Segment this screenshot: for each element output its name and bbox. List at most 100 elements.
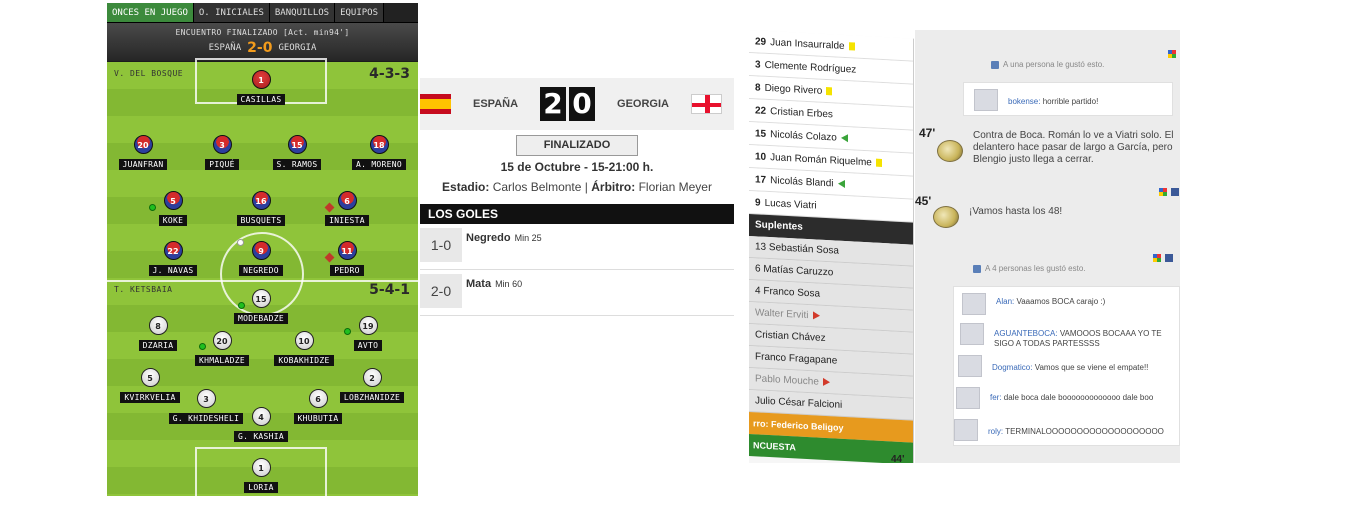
ball-icon xyxy=(237,239,244,246)
player-number: 1 xyxy=(251,70,271,89)
sub-out-arrow-icon xyxy=(822,378,830,387)
player-name: LORIA xyxy=(244,482,278,493)
player-number: 5 xyxy=(140,368,160,387)
comment-text: fer: dale boca dale booooooooooooo dale … xyxy=(990,393,1154,402)
player-number: 1 xyxy=(251,458,271,477)
player-number: 15 xyxy=(251,289,271,308)
tab-banquillos[interactable]: BANQUILLOS xyxy=(269,3,336,22)
player-busquets[interactable]: 16 BUSQUETS xyxy=(221,191,301,228)
home-goals: 2 xyxy=(540,87,567,121)
player-negredo[interactable]: 9 NEGREDO xyxy=(221,241,301,278)
goals-title: LOS GOLES xyxy=(420,204,734,224)
player-pique[interactable]: 3 PIQUÉ xyxy=(182,135,262,172)
player-loria[interactable]: 1 LORIA xyxy=(221,458,301,495)
scoreboard: ESPAÑA 2 0 GEORGIA xyxy=(420,78,734,130)
home-coach: V. DEL BOSQUE xyxy=(114,69,184,78)
goal-scorer: Negredo Min 25 xyxy=(466,232,542,244)
facebook-share-icon[interactable] xyxy=(1165,254,1173,262)
player-s-ramos[interactable]: 15 S. RAMOS xyxy=(257,135,337,172)
goal-score: 2-0 xyxy=(420,274,462,308)
player-pedro[interactable]: 11 PEDRO xyxy=(307,241,387,278)
spain-flag-icon xyxy=(420,94,451,114)
comment-text: bokense: horrible partido! xyxy=(1008,97,1099,106)
player-number: 4 xyxy=(251,407,271,426)
player-avto[interactable]: 19 AVTO xyxy=(328,316,408,353)
away-formation: 5-4-1 xyxy=(369,282,410,298)
substitution-in-icon xyxy=(149,204,156,211)
player-name: NEGREDO xyxy=(239,265,283,276)
tab-onces-iniciales[interactable]: O. INICIALES xyxy=(193,3,270,22)
like-count: A 4 personas les gustó esto. xyxy=(973,264,1086,273)
google-share-icon[interactable] xyxy=(1159,188,1167,196)
player-juanfran[interactable]: 20 JUANFRAN xyxy=(107,135,183,172)
player-modebadze[interactable]: 15 MODEBADZE xyxy=(221,289,301,326)
player-name: J. NAVAS xyxy=(148,265,198,276)
player-number: 3 xyxy=(212,135,232,154)
player-number: 6 xyxy=(308,389,328,408)
pitch-tabs: ONCES EN JUEGO O. INICIALES BANQUILLOS E… xyxy=(107,3,418,23)
georgia-flag-icon xyxy=(690,94,722,114)
match-status: ENCUENTRO FINALIZADO [Act. min94'] xyxy=(175,28,350,37)
player-number: 5 xyxy=(163,191,183,210)
player-number: 20 xyxy=(212,331,232,350)
comment-user[interactable]: bokense: xyxy=(1008,97,1040,106)
google-share-icon[interactable] xyxy=(1153,254,1161,262)
substitution-in-icon xyxy=(199,343,206,350)
player-name: PEDRO xyxy=(330,265,364,276)
avatar xyxy=(960,323,984,345)
player-name: AVTO xyxy=(353,340,383,351)
player-name: INIESTA xyxy=(325,215,369,226)
player-number: 9 xyxy=(251,241,271,260)
stadium-label: Estadio: xyxy=(442,180,490,194)
match-date: 15 de Octubre - 15-21:00 h. xyxy=(500,160,654,174)
finalizado-button[interactable]: FINALIZADO xyxy=(516,135,638,156)
like-count: A una persona le gustó esto. xyxy=(991,60,1104,69)
player-khmaladze[interactable]: 20 KHMALADZE xyxy=(182,331,262,368)
thumbs-up-icon xyxy=(973,264,981,273)
referee-name: Florian Meyer xyxy=(638,180,712,194)
comment-text: Alan: Vaaamos BOCA carajo :) xyxy=(996,297,1106,306)
player-number: 15 xyxy=(287,135,307,154)
commentary-feed: A una persona le gustó esto. bokense: ho… xyxy=(891,30,1180,463)
player-number: 16 xyxy=(251,191,271,210)
player-name: S. RAMOS xyxy=(272,159,322,170)
player-name: JUANFRAN xyxy=(118,159,168,170)
facebook-share-icon[interactable] xyxy=(1171,188,1179,196)
match-score: 2-0 xyxy=(247,40,273,56)
match-score-line: ESPAÑA 2-0 GEORGIA xyxy=(107,40,418,56)
avatar xyxy=(974,89,998,111)
goal-row: 2-0 Mata Min 60 xyxy=(420,270,734,316)
lineup-pitch-panel: ONCES EN JUEGO O. INICIALES BANQUILLOS E… xyxy=(107,3,418,496)
player-name: A. MORENO xyxy=(351,159,407,170)
event-minute: 45' xyxy=(915,194,932,208)
player-number: 18 xyxy=(369,135,389,154)
player-number: 11 xyxy=(337,241,357,260)
player-number: 19 xyxy=(358,316,378,335)
player-name: MODEBADZE xyxy=(233,313,289,324)
match-summary-panel: ESPAÑA 2 0 GEORGIA FINALIZADO 15 de Octu… xyxy=(420,78,734,318)
yellow-card-icon xyxy=(875,159,882,168)
avatar xyxy=(958,355,982,377)
stadium-referee-line: Estadio: Carlos Belmonte | Árbitro: Flor… xyxy=(442,180,712,194)
player-j-navas[interactable]: 22 J. NAVAS xyxy=(133,241,213,278)
substitution-in-icon xyxy=(238,302,245,309)
player-koke[interactable]: 5 KOKE xyxy=(133,191,213,228)
google-share-icon[interactable] xyxy=(1168,50,1176,58)
tab-equipos[interactable]: EQUIPOS xyxy=(335,3,385,22)
substitution-in-icon xyxy=(344,328,351,335)
away-coach: T. KETSBAIA xyxy=(114,285,173,294)
player-iniesta[interactable]: 6 INIESTA xyxy=(307,191,387,228)
player-g-kashia[interactable]: 4 G. KASHIA xyxy=(221,407,301,444)
player-name: KOBAKHIDZE xyxy=(274,355,334,366)
comment-box: bokense: horrible partido! xyxy=(963,82,1173,116)
player-number: 22 xyxy=(163,241,183,260)
player-number: 20 xyxy=(133,135,153,154)
player-number: 6 xyxy=(337,191,357,210)
referee-label: Árbitro: xyxy=(591,180,636,194)
live-feed-composite: 29 Juan Insaurralde 3 Clemente Rodríguez 8… xyxy=(749,30,1180,463)
goal-row: 1-0 Negredo Min 25 xyxy=(420,224,734,270)
player-casillas[interactable]: 1 CASILLAS xyxy=(221,70,301,107)
event-minute: 44' xyxy=(891,454,905,463)
player-a-moreno[interactable]: 18 A. MORENO xyxy=(339,135,418,172)
tab-onces-en-juego[interactable]: ONCES EN JUEGO xyxy=(107,3,194,22)
